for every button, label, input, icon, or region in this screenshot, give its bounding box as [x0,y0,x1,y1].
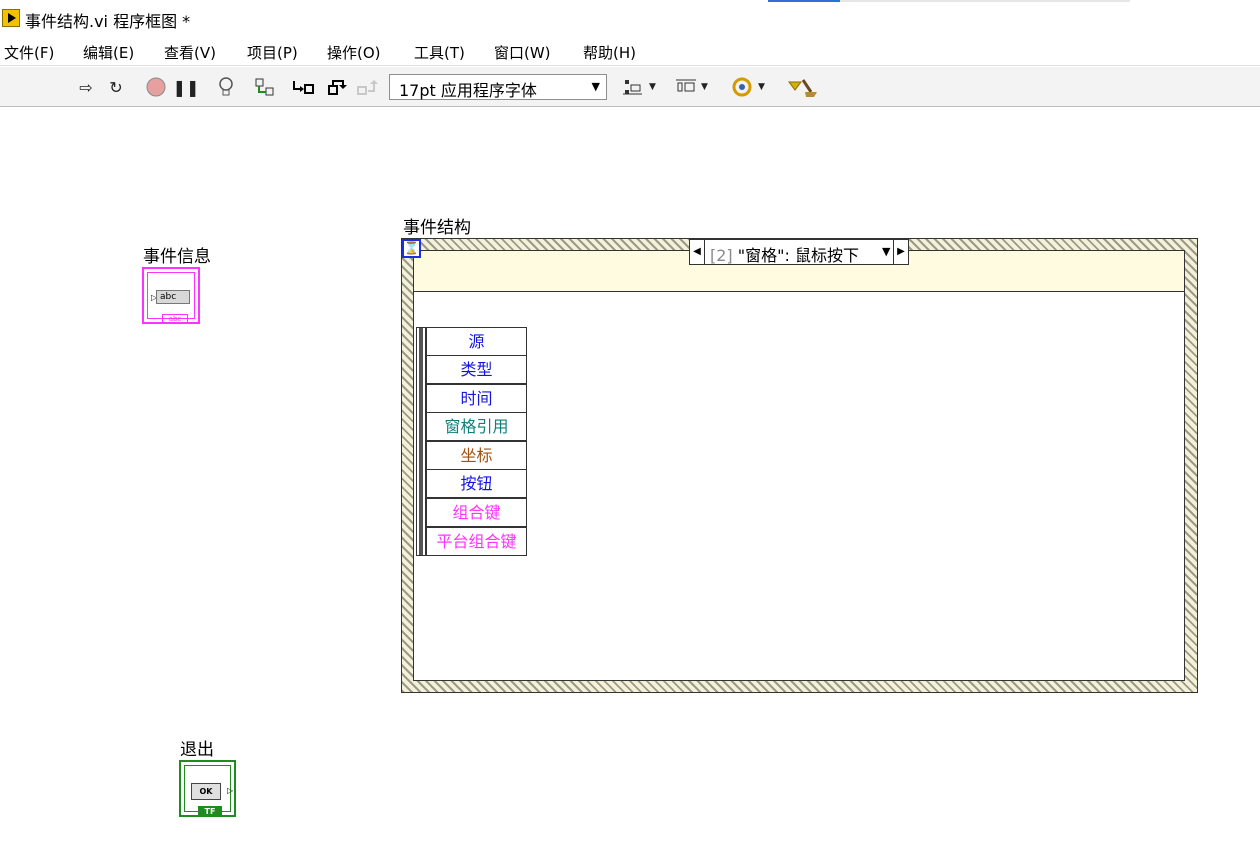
event-structure-body[interactable] [413,292,1185,681]
menu-operate[interactable]: 操作(O) [327,42,381,63]
menu-edit[interactable]: 编辑(E) [83,42,134,63]
event-structure-label: 事件结构 [403,218,471,238]
event-data-item[interactable]: 类型 [426,355,527,384]
font-select-value: 17pt 应用程序字体 [399,81,537,100]
reorder-icon[interactable]: ▼ [728,75,768,99]
event-data-item[interactable]: 按钮 [426,469,527,498]
retain-wire-values-icon[interactable] [253,75,277,99]
event-data-node-handle[interactable] [416,327,426,556]
output-triangle-icon: ▷ [227,786,234,795]
ok-button-icon: OK [191,783,221,800]
menu-file[interactable]: 文件(F) [4,42,54,63]
step-out-icon[interactable] [355,75,379,99]
menu-project[interactable]: 项目(P) [247,42,298,63]
exit-label: 退出 [180,740,214,760]
menu-bar: 文件(F) 编辑(E) 查看(V) 项目(P) 操作(O) 工具(T) 窗口(W… [0,38,1260,66]
font-select[interactable]: 17pt 应用程序字体 ▼ [389,74,607,100]
step-into-icon[interactable] [291,75,315,99]
run-arrow-icon[interactable]: ⇨ [74,75,98,99]
title-bar: 事件结构.vi 程序框图 * [0,0,1260,38]
boolean-type-tag: TF [198,806,222,817]
menu-help[interactable]: 帮助(H) [583,42,636,63]
event-info-display: abc [156,290,190,304]
timeout-hourglass-icon[interactable]: ⌛ [402,239,421,258]
toolbar: ⇨ ↻ ❚❚ 17pt 应用程序字体 ▼ ▼ ▼ ▼ [0,67,1260,107]
event-data-item[interactable]: 源 [426,327,527,356]
align-objects-icon[interactable]: ▼ [620,75,658,99]
event-data-item[interactable]: 平台组合键 [426,527,527,556]
menu-window[interactable]: 窗口(W) [494,42,551,63]
clean-up-diagram-icon[interactable] [785,75,819,99]
event-case-selector[interactable]: ◀ [2] "窗格": 鼠标按下 ▼ ▶ [689,239,909,265]
labview-logo-icon [2,9,20,27]
window-title: 事件结构.vi 程序框图 * [25,12,191,31]
event-data-node[interactable]: 源 类型 时间 窗格引用 坐标 按钮 组合键 平台组合键 [416,327,527,557]
run-continuously-icon[interactable]: ↻ [104,75,128,99]
exit-terminal-inner: OK ▷ TF [184,765,234,817]
case-name: "窗格": 鼠标按下 [737,246,859,265]
case-selector-label: [2] "窗格": 鼠标按下 [710,242,859,266]
string-type-tag: abc [162,314,188,324]
event-data-item[interactable]: 坐标 [426,441,527,470]
decrement-case-arrow-icon[interactable]: ◀ [690,240,705,264]
active-tab-indicator[interactable] [768,0,840,2]
chevron-down-icon[interactable]: ▼ [882,245,890,258]
event-data-item[interactable]: 组合键 [426,498,527,527]
event-info-label: 事件信息 [143,247,211,267]
case-index: [2] [710,246,733,265]
chevron-down-icon: ▼ [591,80,600,93]
highlight-execution-bulb-icon[interactable] [214,75,238,99]
menu-tools[interactable]: 工具(T) [414,42,465,63]
increment-case-arrow-icon[interactable]: ▶ [893,240,908,264]
menu-view[interactable]: 查看(V) [164,42,216,63]
event-data-item[interactable]: 时间 [426,384,527,413]
exit-boolean-terminal[interactable]: OK ▷ TF [179,760,236,817]
event-info-string-terminal[interactable]: ▷ abc abc [142,267,200,324]
event-data-item[interactable]: 窗格引用 [426,412,527,441]
distribute-objects-icon[interactable]: ▼ [672,75,710,99]
step-over-icon[interactable] [325,75,349,99]
abort-icon[interactable] [144,75,168,99]
event-info-terminal-inner: ▷ abc abc [147,272,195,324]
pause-icon[interactable]: ❚❚ [173,75,200,99]
